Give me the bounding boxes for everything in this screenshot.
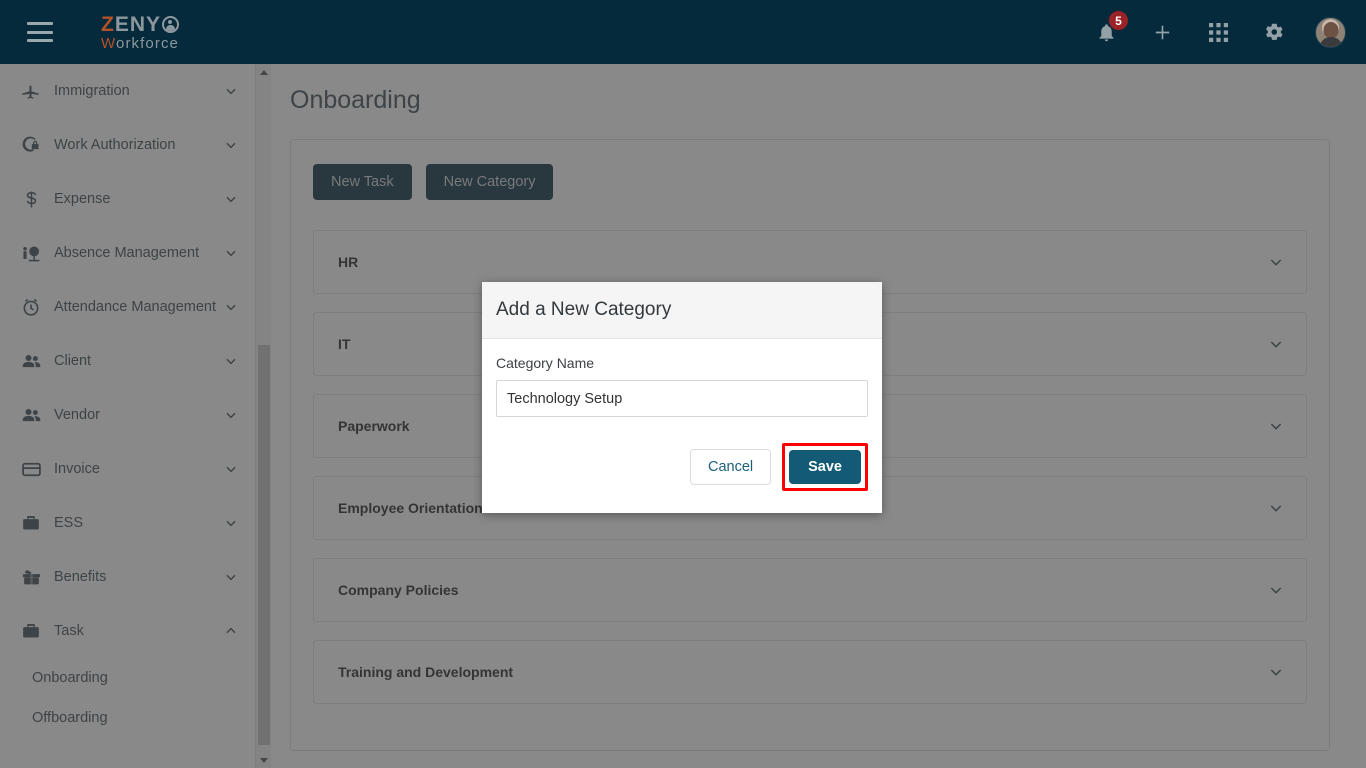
- dialog-body: Category Name: [482, 339, 882, 417]
- dialog-footer: Cancel Save: [482, 417, 882, 513]
- add-category-dialog: Add a New Category Category Name Cancel …: [482, 282, 882, 513]
- top-bar: Z ENY Workforce 5: [0, 0, 1366, 64]
- notification-badge: 5: [1108, 10, 1129, 31]
- avatar[interactable]: [1315, 16, 1346, 48]
- logo-accent-letter: Z: [101, 12, 115, 36]
- category-name-label: Category Name: [496, 355, 595, 371]
- logo-text: ENY: [114, 12, 162, 36]
- cancel-button[interactable]: Cancel: [689, 449, 772, 485]
- logo-sub-accent-letter: W: [101, 34, 116, 52]
- bell-icon[interactable]: 5: [1091, 10, 1129, 47]
- logo-person-icon: [162, 15, 180, 33]
- hamburger-menu-icon[interactable]: [27, 22, 53, 42]
- apps-grid-icon[interactable]: [1203, 17, 1233, 47]
- category-name-input[interactable]: [496, 380, 868, 417]
- app-logo: Z ENY Workforce: [101, 12, 180, 52]
- dialog-title: Add a New Category: [496, 299, 672, 320]
- save-button-highlight: Save: [782, 443, 868, 491]
- top-bar-actions: 5: [1091, 10, 1346, 48]
- logo-sub-text: orkforce: [116, 34, 179, 52]
- plus-icon[interactable]: [1147, 17, 1177, 47]
- gear-icon[interactable]: [1259, 17, 1289, 47]
- dialog-header: Add a New Category: [482, 282, 882, 339]
- save-button[interactable]: Save: [789, 450, 861, 484]
